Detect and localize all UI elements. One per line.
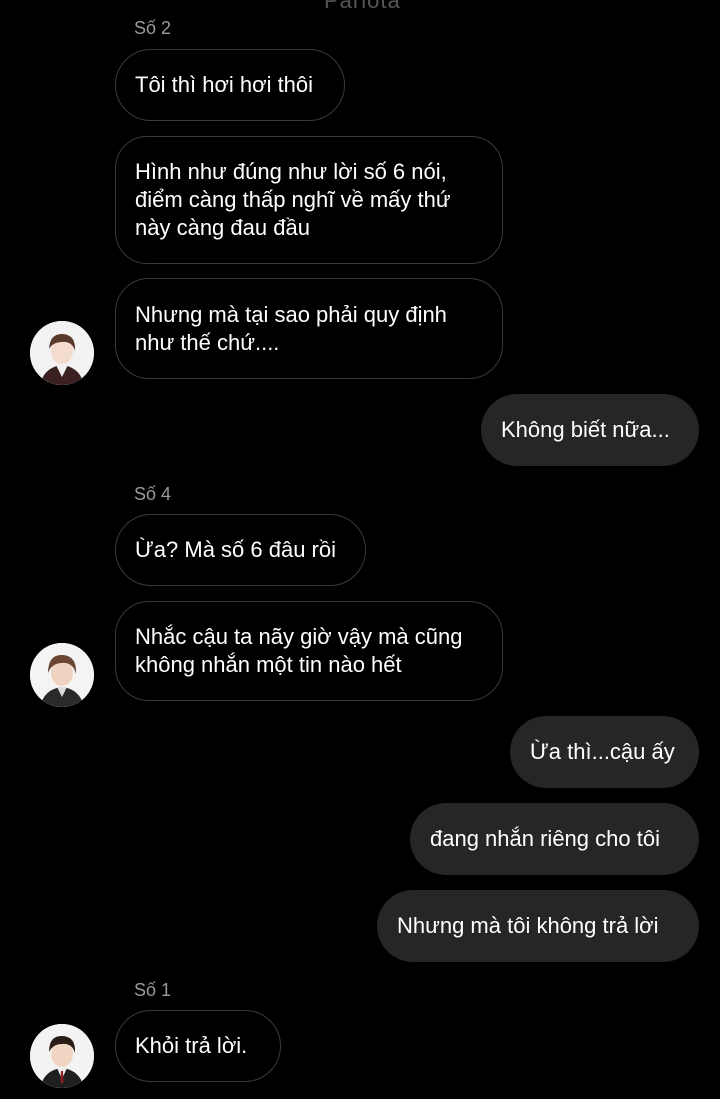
message-text: Nhưng mà tại sao phải quy định như thế c… [135,301,447,355]
message-bubble-outgoing[interactable]: đang nhắn riêng cho tôi [410,803,699,875]
message-text: Hình như đúng như lời số 6 nói, điểm càn… [135,159,451,240]
message-text: Khỏi trả lời. [135,1033,248,1058]
message-bubble-incoming[interactable]: Hình như đúng như lời số 6 nói, điểm càn… [115,136,503,264]
message-bubble-outgoing[interactable]: Không biết nữa... [481,394,699,466]
message-text: đang nhắn riêng cho tôi [430,826,660,851]
person-avatar-icon [30,321,94,385]
person-avatar-icon [30,1024,94,1088]
chat-screen: Pariota Số 2 Tôi thì hơi hơi thôi Hình n… [0,0,720,1099]
message-bubble-incoming[interactable]: Khỏi trả lời. [115,1010,281,1082]
message-bubble-outgoing[interactable]: Ừa thì...cậu ấy [510,716,699,788]
message-text: Ừa thì...cậu ấy [530,739,675,764]
message-text: Nhưng mà tôi không trả lời [397,913,659,938]
sender-name: Số 1 [134,980,172,1000]
message-text: Không biết nữa... [501,417,670,442]
message-bubble-incoming[interactable]: Nhưng mà tại sao phải quy định như thế c… [115,278,503,379]
sender-name: Số 2 [134,18,172,38]
avatar[interactable] [30,1024,94,1088]
person-avatar-icon [30,643,94,707]
message-bubble-incoming[interactable]: Ừa? Mà số 6 đâu rồi [115,514,366,586]
sender-name: Số 4 [134,484,172,504]
chat-title-partial: Pariota [324,0,401,13]
message-text: Tôi thì hơi hơi thôi [135,72,314,97]
avatar[interactable] [30,321,94,385]
message-bubble-outgoing[interactable]: Nhưng mà tôi không trả lời [377,890,699,962]
message-bubble-incoming[interactable]: Tôi thì hơi hơi thôi [115,49,345,121]
message-text: Nhắc cậu ta nãy giờ vậy mà cũng không nh… [135,624,463,677]
message-bubble-incoming[interactable]: Nhắc cậu ta nãy giờ vậy mà cũng không nh… [115,601,503,701]
message-text: Ừa? Mà số 6 đâu rồi [135,537,337,562]
avatar[interactable] [30,643,94,707]
